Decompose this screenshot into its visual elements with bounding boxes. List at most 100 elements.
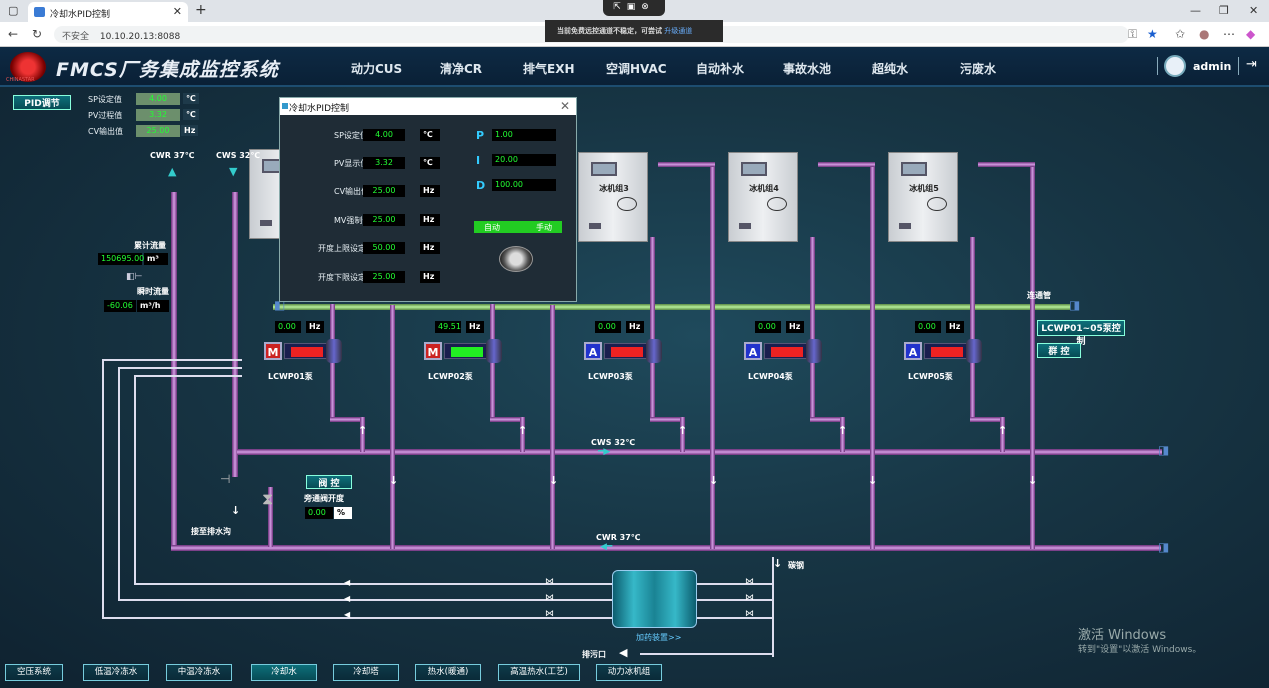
valve-icon[interactable]: ⋈ [545, 577, 554, 587]
close-tab-icon[interactable]: ✕ [173, 5, 182, 18]
pump[interactable]: A [904, 339, 984, 363]
pump-mode-badge[interactable]: A [584, 342, 602, 360]
bottom-nav-chiller-plant[interactable]: 动力冰机组 [596, 664, 662, 681]
profile-icon[interactable]: ● [1199, 27, 1209, 41]
left-arrow-icon: ◀ [619, 646, 628, 659]
star-icon[interactable]: ★ [1147, 27, 1158, 41]
nav-upw[interactable]: 超纯水 [872, 60, 908, 77]
drain-valve-icon[interactable]: ⊣ [220, 472, 230, 486]
pump[interactable]: A [584, 339, 664, 363]
dialog-row-value[interactable]: 3.32 [363, 157, 405, 169]
restore-icon[interactable]: ❐ [1219, 4, 1229, 17]
return-line [102, 359, 242, 361]
valve-control-button[interactable]: 阀 控 [306, 475, 352, 489]
inst-flow-label: 瞬时流量 [137, 287, 169, 296]
cws-riser-pipe [232, 192, 238, 477]
minimize-icon[interactable]: — [1190, 4, 1201, 17]
avatar[interactable] [1164, 55, 1186, 77]
bottom-nav-cooling-tower[interactable]: 冷却塔 [333, 664, 399, 681]
auto-label[interactable]: 自动 [484, 222, 500, 233]
nav-exh[interactable]: 排气EXH [523, 60, 575, 77]
valve-icon[interactable]: ⋈ [545, 609, 554, 619]
pump-name: LCWP04泵 [748, 372, 793, 381]
pump-freq-value: 0.00 [755, 321, 781, 333]
pump-name: LCWP02泵 [428, 372, 473, 381]
chiller-unit-4[interactable]: 冰机组4 [728, 152, 798, 242]
browser-tab[interactable]: 冷却水PID控制 ✕ [28, 2, 188, 22]
pump[interactable]: M [264, 339, 344, 363]
pump-mode-badge[interactable]: M [264, 342, 282, 360]
heat-exchanger[interactable] [612, 570, 697, 628]
valve-icon[interactable]: ⋈ [745, 609, 754, 619]
i-value[interactable]: 20.00 [492, 154, 556, 166]
pump-status-bar [771, 347, 803, 357]
chiller-name: 冰机组3 [599, 184, 629, 193]
dialog-row-value[interactable]: 4.00 [363, 129, 405, 141]
down-arrow-icon: ↓ [231, 504, 241, 517]
up-arrow-icon: ↑ [998, 424, 1008, 437]
nav-cr[interactable]: 清净CR [440, 60, 482, 77]
return-line [118, 367, 242, 369]
pid-button[interactable]: PID调节 [13, 95, 71, 110]
dialog-row-value[interactable]: 25.00 [363, 185, 405, 197]
activation-watermark-title: 激活 Windows [1078, 628, 1167, 643]
return-line [134, 375, 242, 377]
nav-waste-water[interactable]: 污废水 [960, 60, 996, 77]
pump-group-control-button[interactable]: LCWP01~05泵控制 [1037, 320, 1125, 347]
bottom-nav-hot-water-hvac[interactable]: 热水(暖通) [415, 664, 481, 681]
reload-icon[interactable]: ↻ [32, 27, 42, 41]
remote-toolbar[interactable]: ⇱▣⊗ [603, 0, 665, 16]
close-window-icon[interactable]: ✕ [1249, 4, 1258, 17]
pv-unit: ℃ [183, 109, 199, 120]
dialog-row-value[interactable]: 50.00 [363, 242, 405, 254]
pipe-end-icon: ◨ [1158, 540, 1170, 554]
valve-icon[interactable]: ⋈ [545, 593, 554, 603]
chiller-unit-5[interactable]: 冰机组5 [888, 152, 958, 242]
pump[interactable]: A [744, 339, 824, 363]
nav-cus[interactable]: 动力CUS [351, 60, 402, 77]
bottom-nav-air-compressor[interactable]: 空压系统 [5, 664, 63, 681]
dialog-row-value[interactable]: 25.00 [363, 214, 405, 226]
manual-label[interactable]: 手动 [536, 222, 552, 233]
pump-status-bar [931, 347, 963, 357]
bottom-nav-lt-chilled[interactable]: 低温冷冻水 [83, 664, 149, 681]
valve-icon[interactable]: ⋈ [745, 593, 754, 603]
bottom-nav-hot-water-process[interactable]: 高温热水(工艺) [498, 664, 580, 681]
pump-mode-badge[interactable]: A [744, 342, 762, 360]
d-value[interactable]: 100.00 [492, 179, 556, 191]
remote-upgrade-link[interactable]: 升级通道 [664, 27, 692, 35]
extensions-icon[interactable]: ✩ [1175, 27, 1185, 41]
pump[interactable]: M [424, 339, 504, 363]
key-icon[interactable]: ⚿ [1128, 27, 1137, 42]
group-control-button[interactable]: 群 控 [1037, 343, 1081, 358]
pump-motor [924, 343, 968, 359]
back-icon[interactable]: ← [8, 27, 18, 41]
pump-motor [284, 343, 328, 359]
valve-icon[interactable]: ⋈ [745, 577, 754, 587]
tab-actions-icon[interactable]: ▢ [8, 4, 18, 17]
branch-pipe [650, 417, 682, 422]
p-value[interactable]: 1.00 [492, 129, 556, 141]
bypass-valve-icon[interactable]: ⧗ [262, 489, 273, 509]
bottom-nav-mt-chilled[interactable]: 中温冷冻水 [166, 664, 232, 681]
pump-motor [764, 343, 808, 359]
menu-icon[interactable]: ⋯ [1223, 27, 1235, 41]
logout-icon[interactable]: ⇥ [1246, 57, 1257, 72]
dialog-row-value[interactable]: 25.00 [363, 271, 405, 283]
pipe-end-icon: ◨ [1158, 443, 1170, 457]
mode-knob-icon[interactable] [499, 246, 533, 272]
pump-mode-badge[interactable]: M [424, 342, 442, 360]
chiller-unit-3[interactable]: 冰机组3 [578, 152, 648, 242]
pump-mode-badge[interactable]: A [904, 342, 922, 360]
nav-emergency-pool[interactable]: 事故水池 [783, 60, 831, 77]
dosing-link[interactable]: 加药装置>> [636, 632, 681, 643]
auto-manual-switch[interactable]: 自动 手动 [474, 221, 562, 233]
nav-hvac[interactable]: 空调HVAC [606, 60, 667, 77]
close-icon[interactable]: ✕ [560, 99, 570, 113]
new-tab-icon[interactable]: + [195, 2, 207, 18]
copilot-icon[interactable]: ◆ [1246, 27, 1255, 41]
dialog-titlebar[interactable]: 冷却水PID控制 ✕ [280, 98, 576, 115]
bottom-nav-cooling-water[interactable]: 冷却水 [251, 664, 317, 681]
d-label: D [476, 179, 486, 192]
nav-auto-refill[interactable]: 自动补水 [696, 60, 744, 77]
